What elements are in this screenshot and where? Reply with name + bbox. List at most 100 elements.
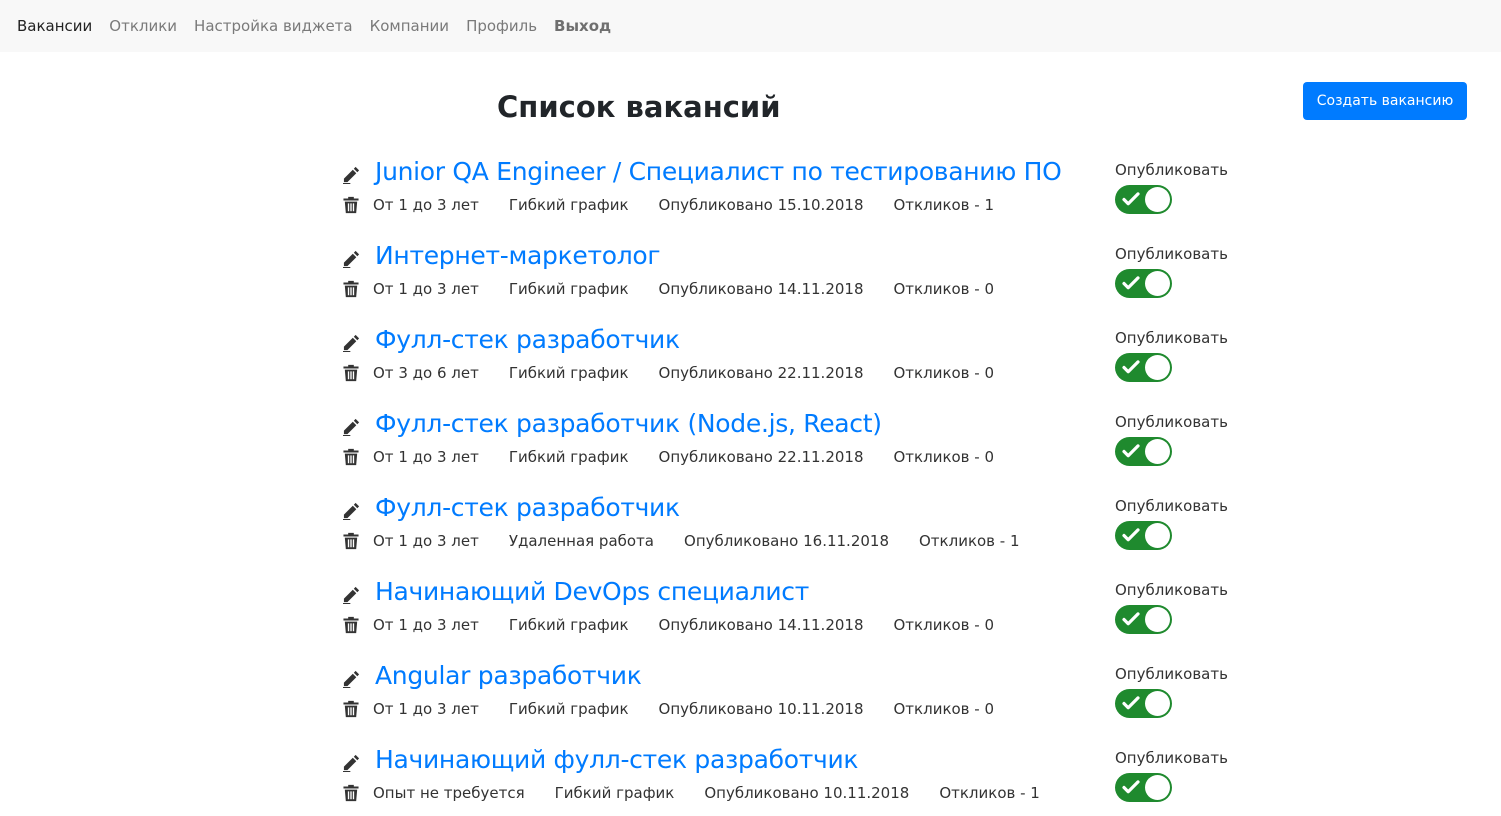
publish-toggle[interactable]: [1115, 605, 1172, 634]
trash-icon[interactable]: [341, 195, 360, 214]
vacancy-experience: От 3 до 6 лет: [373, 364, 479, 382]
nav-item-widget-settings[interactable]: Настройка виджета: [194, 17, 353, 35]
vacancy-schedule: Гибкий график: [508, 196, 629, 214]
vacancy-schedule: Удаленная работа: [508, 532, 655, 550]
publish-toggle[interactable]: [1115, 437, 1172, 466]
vacancy-responses-count: Откликов - 1: [919, 532, 1020, 550]
vacancy-meta: От 1 до 3 лет Гибкий график Опубликовано…: [373, 616, 1024, 634]
vacancy-responses-count: Откликов - 0: [893, 280, 995, 298]
top-navbar: Вакансии Отклики Настройка виджета Компа…: [0, 0, 1501, 52]
vacancy-experience: От 1 до 3 лет: [373, 616, 479, 634]
vacancy-meta: От 1 до 3 лет Гибкий график Опубликовано…: [373, 700, 1024, 718]
page-title: Список вакансий: [497, 90, 781, 124]
trash-icon[interactable]: [341, 699, 360, 718]
publish-toggle[interactable]: [1115, 521, 1172, 550]
pencil-icon[interactable]: [341, 753, 360, 772]
vacancy-responses-count: Откликов - 0: [893, 364, 995, 382]
publish-label: Опубликовать: [1115, 413, 1228, 431]
vacancy-item: Junior QA Engineer / Специалист по тести…: [0, 151, 1501, 235]
trash-icon[interactable]: [341, 783, 360, 802]
vacancy-published-date: Опубликовано 10.11.2018: [704, 784, 910, 802]
pencil-icon[interactable]: [341, 501, 360, 520]
vacancy-experience: От 1 до 3 лет: [373, 280, 479, 298]
vacancy-published-date: Опубликовано 22.11.2018: [658, 364, 864, 382]
toggle-knob: [1145, 271, 1170, 296]
vacancy-title-link[interactable]: Фулл-стек разработчик: [375, 493, 680, 522]
vacancy-title-link[interactable]: Angular разработчик: [375, 661, 642, 690]
vacancy-schedule: Гибкий график: [554, 784, 675, 802]
publish-toggle[interactable]: [1115, 773, 1172, 802]
trash-icon[interactable]: [341, 531, 360, 550]
vacancy-item: Начинающий фулл-стек разработчик Опыт не…: [0, 739, 1501, 816]
vacancy-item: Фулл-стек разработчик От 1 до 3 лет Удал…: [0, 487, 1501, 571]
vacancy-published-date: Опубликовано 22.11.2018: [658, 448, 864, 466]
check-icon: [1121, 777, 1141, 797]
nav-item-vacancies[interactable]: Вакансии: [17, 17, 92, 35]
vacancy-schedule: Гибкий график: [508, 700, 629, 718]
create-vacancy-button[interactable]: Создать вакансию: [1303, 82, 1467, 120]
nav-item-logout[interactable]: Выход: [554, 17, 611, 35]
vacancy-item: Фулл-стек разработчик От 3 до 6 лет Гибк…: [0, 319, 1501, 403]
toggle-knob: [1145, 691, 1170, 716]
pencil-icon[interactable]: [341, 249, 360, 268]
vacancy-experience: Опыт не требуется: [373, 784, 525, 802]
vacancy-title-link[interactable]: Начинающий DevOps специалист: [375, 577, 809, 606]
toggle-knob: [1145, 523, 1170, 548]
vacancy-published-date: Опубликовано 15.10.2018: [658, 196, 864, 214]
vacancy-item: Начинающий DevOps специалист От 1 до 3 л…: [0, 571, 1501, 655]
check-icon: [1121, 525, 1141, 545]
vacancy-schedule: Гибкий график: [508, 616, 629, 634]
publish-label: Опубликовать: [1115, 329, 1228, 347]
trash-icon[interactable]: [341, 363, 360, 382]
vacancy-title-link[interactable]: Junior QA Engineer / Специалист по тести…: [375, 157, 1062, 186]
vacancy-item: Angular разработчик От 1 до 3 лет Гибкий…: [0, 655, 1501, 739]
check-icon: [1121, 357, 1141, 377]
publish-label: Опубликовать: [1115, 161, 1228, 179]
publish-label: Опубликовать: [1115, 497, 1228, 515]
publish-toggle[interactable]: [1115, 269, 1172, 298]
vacancy-title-link[interactable]: Фулл-стек разработчик (Node.js, React): [375, 409, 882, 438]
nav-item-responses[interactable]: Отклики: [109, 17, 177, 35]
pencil-icon[interactable]: [341, 669, 360, 688]
check-icon: [1121, 441, 1141, 461]
vacancy-meta: От 3 до 6 лет Гибкий график Опубликовано…: [373, 364, 1024, 382]
publish-toggle[interactable]: [1115, 185, 1172, 214]
trash-icon[interactable]: [341, 447, 360, 466]
publish-label: Опубликовать: [1115, 581, 1228, 599]
toggle-knob: [1145, 187, 1170, 212]
vacancy-meta: От 1 до 3 лет Гибкий график Опубликовано…: [373, 196, 1024, 214]
vacancy-meta: От 1 до 3 лет Удаленная работа Опубликов…: [373, 532, 1050, 550]
vacancy-title-link[interactable]: Начинающий фулл-стек разработчик: [375, 745, 858, 774]
vacancy-responses-count: Откликов - 1: [893, 196, 995, 214]
vacancy-item: Фулл-стек разработчик (Node.js, React) О…: [0, 403, 1501, 487]
toggle-knob: [1145, 355, 1170, 380]
vacancy-responses-count: Откликов - 0: [893, 616, 995, 634]
trash-icon[interactable]: [341, 615, 360, 634]
pencil-icon[interactable]: [341, 333, 360, 352]
vacancy-title-link[interactable]: Фулл-стек разработчик: [375, 325, 680, 354]
vacancy-responses-count: Откликов - 0: [893, 700, 995, 718]
vacancy-item: Интернет-маркетолог От 1 до 3 лет Гибкий…: [0, 235, 1501, 319]
publish-toggle[interactable]: [1115, 689, 1172, 718]
trash-icon[interactable]: [341, 279, 360, 298]
vacancy-meta: От 1 до 3 лет Гибкий график Опубликовано…: [373, 448, 1024, 466]
toggle-knob: [1145, 607, 1170, 632]
pencil-icon[interactable]: [341, 417, 360, 436]
vacancy-experience: От 1 до 3 лет: [373, 448, 479, 466]
pencil-icon[interactable]: [341, 165, 360, 184]
vacancy-published-date: Опубликовано 10.11.2018: [658, 700, 864, 718]
vacancy-title-link[interactable]: Интернет-маркетолог: [375, 241, 661, 270]
publish-label: Опубликовать: [1115, 245, 1228, 263]
nav-item-companies[interactable]: Компании: [370, 17, 449, 35]
check-icon: [1121, 693, 1141, 713]
vacancy-published-date: Опубликовано 14.11.2018: [658, 616, 864, 634]
pencil-icon[interactable]: [341, 585, 360, 604]
vacancy-experience: От 1 до 3 лет: [373, 700, 479, 718]
vacancy-experience: От 1 до 3 лет: [373, 196, 479, 214]
nav-item-profile[interactable]: Профиль: [466, 17, 537, 35]
vacancy-schedule: Гибкий график: [508, 364, 629, 382]
publish-toggle[interactable]: [1115, 353, 1172, 382]
toggle-knob: [1145, 439, 1170, 464]
vacancy-published-date: Опубликовано 16.11.2018: [684, 532, 889, 550]
vacancy-schedule: Гибкий график: [508, 280, 629, 298]
